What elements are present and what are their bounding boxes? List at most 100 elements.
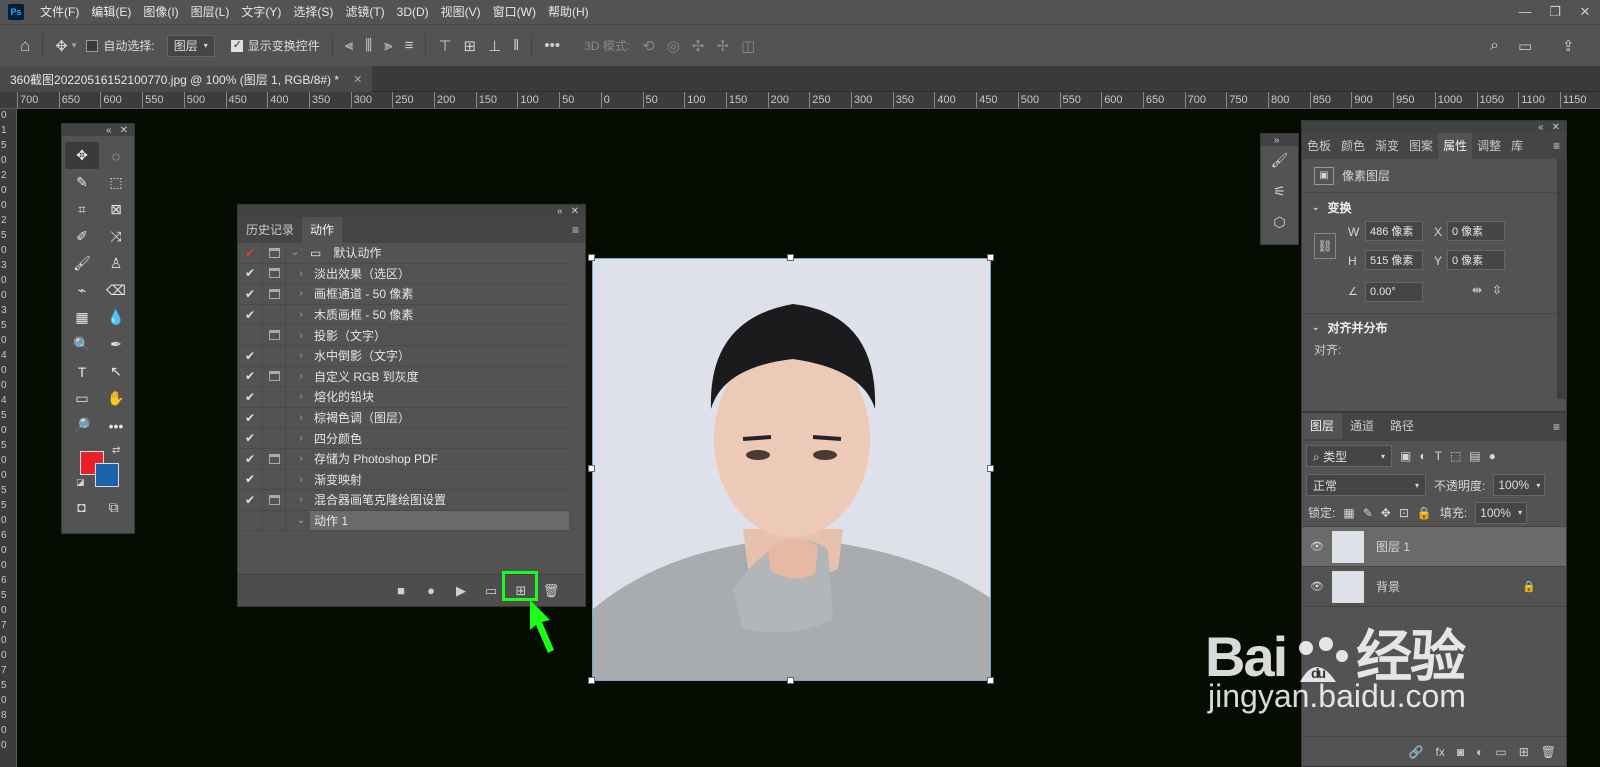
rectangle-icon[interactable]: ▭ <box>65 385 99 412</box>
toggle-item-checkbox[interactable]: ✔ <box>238 431 262 445</box>
expand-chevron-icon[interactable]: › <box>292 412 310 423</box>
action-row[interactable]: ✔ › 淡出效果（选区） <box>238 263 569 285</box>
expand-chevron-icon[interactable]: › <box>292 494 310 505</box>
align-right-icon[interactable]: ⫸ <box>384 37 392 54</box>
blur-icon[interactable]: 💧 <box>99 304 133 331</box>
panel-menu-icon[interactable]: ≡ <box>572 223 579 237</box>
lock-all-icon[interactable]: 🔒 <box>1417 506 1432 520</box>
expand-chevron-icon[interactable]: › <box>292 268 310 279</box>
canvas-image[interactable] <box>592 258 991 681</box>
align-bottom-icon[interactable]: ⊥ <box>488 37 501 55</box>
toggle-dialog-icon[interactable] <box>262 448 286 469</box>
expand-chevron-icon[interactable]: › <box>292 288 310 299</box>
action-row[interactable]: ✔ › 熔化的铅块 <box>238 387 569 408</box>
expand-chevron-icon[interactable]: › <box>292 453 310 464</box>
expand-chevron-icon[interactable]: › <box>292 391 310 402</box>
toggle-dialog-icon[interactable] <box>262 490 286 510</box>
toggle-dialog-icon[interactable] <box>262 263 286 284</box>
expand-chevron-icon[interactable]: ⌄ <box>286 247 304 258</box>
tab-gradients[interactable]: 渐变 <box>1370 133 1404 159</box>
add-mask-icon[interactable]: ◙ <box>1457 745 1464 759</box>
link-icon[interactable]: ⛓ <box>1314 233 1336 259</box>
3d-pan-icon[interactable]: ✣ <box>692 37 705 55</box>
pen-icon[interactable]: ✒ <box>99 331 133 358</box>
filter-toggle-icon[interactable]: ● <box>1489 449 1496 463</box>
panel-menu-icon[interactable]: ≡ <box>1553 139 1560 153</box>
toggle-dialog-icon[interactable] <box>262 284 286 304</box>
brush-icon[interactable]: 🖌 <box>65 250 99 277</box>
eraser-icon[interactable]: ⌫ <box>99 277 133 304</box>
distribute-icon[interactable]: ≡ <box>405 37 414 54</box>
action-row[interactable]: ✔ › 画框通道 - 50 像素 <box>238 284 569 305</box>
action-row[interactable]: ⌄ 动作 1 <box>238 510 569 532</box>
dodge-icon[interactable]: 🔍 <box>65 331 99 358</box>
search-icon[interactable]: ⌕ <box>1490 37 1499 55</box>
document-tab[interactable]: 360截图20220516152100770.jpg @ 100% (图层 1,… <box>0 66 373 92</box>
swap-colors-icon[interactable]: ⇄ <box>112 445 120 456</box>
action-row[interactable]: ✔ › 棕褐色调（图层） <box>238 407 569 429</box>
delete-layer-icon[interactable]: 🗑 <box>1541 745 1556 759</box>
toggle-item-checkbox[interactable]: ✔ <box>238 493 262 507</box>
menu-help[interactable]: 帮助(H) <box>542 0 595 24</box>
toggle-dialog-icon[interactable] <box>262 428 286 448</box>
action-row[interactable]: ✔ › 木质画框 - 50 像素 <box>238 304 569 326</box>
align-top-icon[interactable]: ⊤ <box>438 37 451 55</box>
toggle-item-checkbox[interactable]: ✔ <box>238 472 262 486</box>
tab-properties[interactable]: 属性 <box>1438 133 1473 159</box>
toggle-dialog-icon[interactable] <box>262 243 286 263</box>
chevron-down-icon[interactable]: ▾ <box>72 40 77 51</box>
toggle-item-checkbox[interactable]: ✔ <box>238 349 262 363</box>
menu-view[interactable]: 视图(V) <box>435 0 487 24</box>
lock-transparent-icon[interactable]: ▦ <box>1343 506 1354 520</box>
toggle-dialog-icon[interactable] <box>262 325 286 345</box>
new-layer-icon[interactable]: ⊞ <box>1519 745 1529 759</box>
toggle-item-checkbox[interactable]: ✔ <box>238 266 262 280</box>
transform-section[interactable]: ⌄ 变换 <box>1302 193 1566 221</box>
tab-paths[interactable]: 路径 <box>1382 413 1422 439</box>
layer-name[interactable]: 背景 <box>1376 578 1522 595</box>
expand-chevron-icon[interactable]: › <box>292 433 310 444</box>
layer-lock-icon[interactable]: 🔒 <box>1522 580 1536 593</box>
more-tools-icon[interactable]: ••• <box>99 412 133 439</box>
play-icon[interactable]: ▶ <box>449 583 473 599</box>
menu-window[interactable]: 窗口(W) <box>487 0 542 24</box>
action-row[interactable]: ✔ › 存储为 Photoshop PDF <box>238 448 569 470</box>
stop-icon[interactable]: ■ <box>389 583 413 598</box>
hand-icon[interactable]: ✋ <box>99 385 133 412</box>
adjustments-sliders-icon[interactable]: ⚟ <box>1273 183 1286 200</box>
menu-layer[interactable]: 图层(L) <box>185 0 236 24</box>
3d-cube-icon[interactable]: ⬡ <box>1273 214 1285 231</box>
tab-adjustments[interactable]: 调整 <box>1472 133 1506 159</box>
workspace-icon[interactable]: ▭ <box>1518 37 1532 55</box>
3d-camera-icon[interactable]: ◫ <box>741 37 755 55</box>
zoom-icon[interactable]: 🔎 <box>65 412 99 439</box>
close-icon[interactable]: ✕ <box>1552 122 1560 133</box>
expand-chevron-icon[interactable]: › <box>292 350 310 361</box>
filter-smart-object-icon[interactable]: ▤ <box>1469 449 1480 463</box>
close-icon[interactable]: ✕ <box>571 206 579 217</box>
filter-adjustment-icon[interactable]: ◐ <box>1419 449 1426 463</box>
tab-libraries[interactable]: 库 <box>1506 133 1528 159</box>
layer-name[interactable]: 图层 1 <box>1376 538 1566 555</box>
menu-filter[interactable]: 滤镜(T) <box>339 0 390 24</box>
screen-mode-icon[interactable]: ⧉ <box>109 499 119 516</box>
new-group-icon[interactable]: ▭ <box>1495 745 1506 759</box>
minimize-button[interactable]: — <box>1510 0 1540 24</box>
3d-roll-icon[interactable]: ◎ <box>667 37 680 55</box>
filter-shape-icon[interactable]: ⬚ <box>1450 449 1461 463</box>
action-row[interactable]: ✔ › 四分颜色 <box>238 428 569 449</box>
type-tool-icon[interactable]: T <box>65 358 99 385</box>
move-tool-icon[interactable]: ✥ <box>55 37 68 55</box>
expand-icon[interactable]: » <box>1274 135 1280 146</box>
toggle-dialog-icon[interactable] <box>262 407 286 428</box>
toggle-item-checkbox[interactable]: ✔ <box>238 390 262 404</box>
layer-style-icon[interactable]: fx <box>1436 745 1445 759</box>
toggle-dialog-icon[interactable] <box>262 387 286 407</box>
record-icon[interactable]: ● <box>419 583 443 598</box>
action-row[interactable]: ✔ › 水中倒影（文字） <box>238 345 569 367</box>
quick-mask-icon[interactable]: ◘ <box>77 499 85 516</box>
distribute-vertical-icon[interactable]: ‖ <box>513 37 519 54</box>
tab-history[interactable]: 历史记录 <box>238 217 302 243</box>
share-icon[interactable]: ⇪ <box>1562 37 1575 55</box>
brush-settings-icon[interactable]: 🖌 <box>1271 152 1289 169</box>
